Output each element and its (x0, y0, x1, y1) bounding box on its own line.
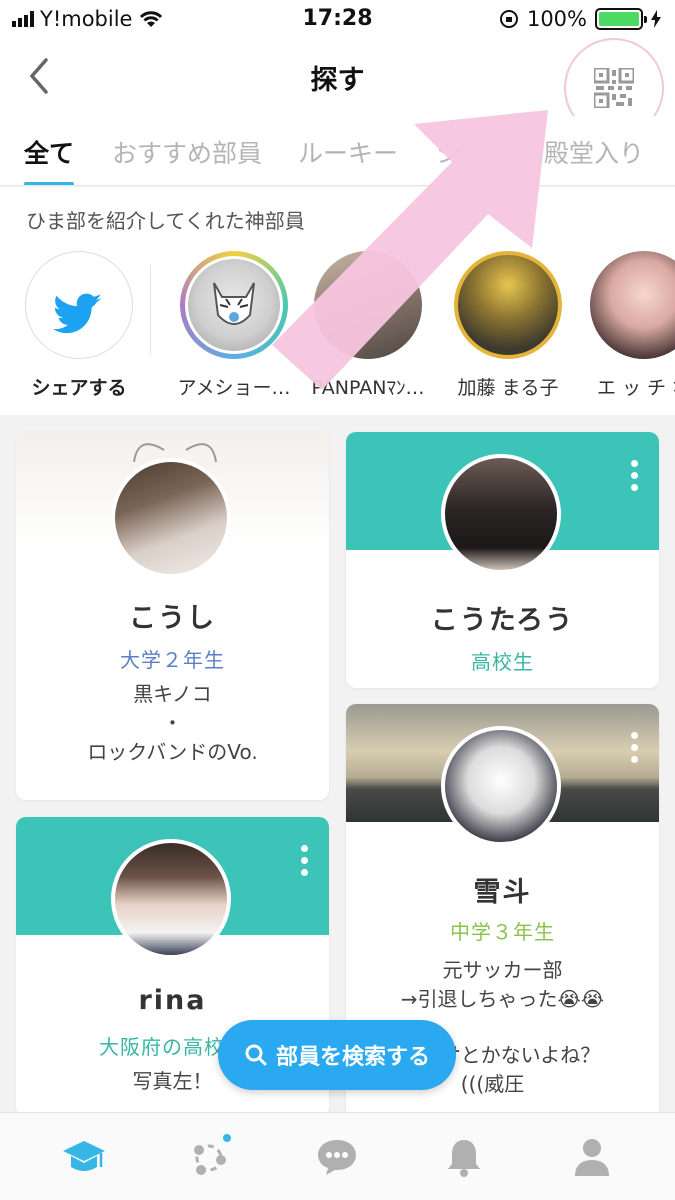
member-bio-line: ・ (162, 711, 183, 735)
nav-profile[interactable] (562, 1131, 622, 1183)
status-bar: Y!mobile 17:28 100% (0, 0, 675, 38)
tab-recommended[interactable]: おすすめ部員 (112, 134, 262, 170)
member-card[interactable]: こうし 大学２年生 黒キノコ ・ ロックバンドのVo. (16, 432, 329, 800)
member-name: こうたろう (430, 605, 575, 636)
charging-icon (651, 10, 661, 28)
filter-tabs: 全て おすすめ部員 ルーキー シ 殿堂入り (0, 116, 675, 186)
person-icon (575, 1139, 609, 1176)
member-bio-line: 元サッカー部 (442, 958, 563, 982)
ambassadors-divider (150, 265, 151, 355)
member-grade: 中学３年生 (450, 920, 555, 944)
cat-mascot-icon (213, 282, 255, 325)
ambassadors-heading: ひま部を紹介してくれた神部員 (26, 209, 305, 233)
battery-icon (595, 8, 647, 30)
member-name: こうし (129, 603, 216, 634)
status-right: 100% (499, 7, 661, 31)
card-menu-button[interactable] (301, 845, 309, 876)
member-card[interactable]: こうたろう 高校生 (346, 432, 659, 688)
ambassador-name: PANPANﾏﾝ… (311, 377, 425, 399)
member-avatar (111, 839, 231, 959)
tab-rookie[interactable]: ルーキー (298, 134, 398, 170)
search-members-label: 部員を検索する (275, 1045, 430, 1070)
search-members-button[interactable]: 部員を検索する (218, 1020, 456, 1090)
tab-all[interactable]: 全て (24, 134, 74, 170)
nav-chat[interactable] (307, 1131, 367, 1183)
card-menu-button[interactable] (631, 460, 639, 491)
ambassador-item[interactable]: エ ッ チ な (584, 251, 675, 400)
member-avatar (441, 726, 561, 846)
nav-explore[interactable] (54, 1131, 114, 1183)
bottom-nav (0, 1112, 675, 1200)
ambassador-name: アメショー… (177, 377, 291, 399)
card-menu-button[interactable] (631, 732, 639, 763)
app-header: 探す (0, 38, 675, 138)
member-avatar (441, 454, 561, 574)
ambassador-avatar (590, 251, 675, 359)
member-name: rina (138, 985, 207, 1016)
ambassador-avatar (454, 251, 562, 359)
ambassador-name: エ ッ チ な (596, 377, 675, 399)
member-name: 雪斗 (473, 877, 532, 908)
tab-partial[interactable]: シ (436, 134, 461, 170)
member-bio-line: 黒キノコ (133, 682, 212, 706)
ambassador-item[interactable]: PANPANﾏﾝ… (308, 251, 428, 400)
network-icon (194, 1134, 231, 1175)
member-grade: 高校生 (471, 650, 534, 674)
tab-hall-of-fame[interactable]: 殿堂入り (544, 134, 644, 170)
member-avatar (111, 458, 231, 578)
nav-notifications[interactable] (434, 1131, 494, 1183)
ambassador-avatar (314, 251, 422, 359)
ambassador-name: 加藤 まる子 (457, 377, 559, 399)
share-label: シェアする (31, 377, 127, 399)
battery-label: 100% (526, 7, 587, 31)
graduation-cap-icon (63, 1141, 105, 1171)
rotation-lock-icon (499, 10, 518, 28)
ambassador-item[interactable]: アメショー… (174, 251, 294, 400)
twitter-share-button[interactable] (25, 251, 133, 359)
search-icon (245, 1044, 267, 1066)
active-tab-indicator (24, 182, 74, 185)
ambassadors-section: ひま部を紹介してくれた神部員 シェアする アメショー… PANPANﾏﾝ… 加藤… (0, 187, 675, 415)
twitter-bird-icon (53, 293, 102, 334)
member-bio-line: →引退しちゃった😭😭 (400, 987, 605, 1011)
ambassador-avatar (180, 251, 288, 359)
chat-icon (318, 1140, 356, 1175)
nav-network[interactable] (180, 1131, 240, 1183)
bell-icon (448, 1140, 480, 1177)
member-grade: 大学２年生 (120, 648, 225, 672)
ambassador-item[interactable]: 加藤 まる子 (448, 251, 568, 400)
member-bio-line: ロックバンドのVo. (87, 740, 258, 764)
qr-code-icon (594, 68, 634, 108)
share-item[interactable]: シェアする (19, 251, 139, 400)
